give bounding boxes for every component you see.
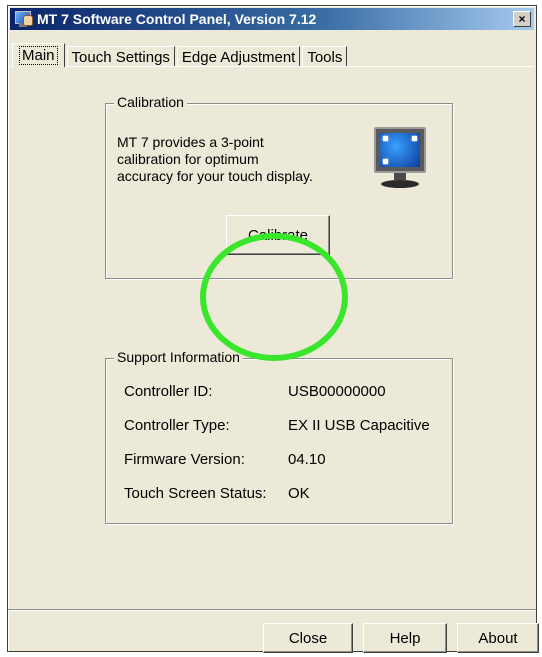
touch-monitor-app-icon (14, 10, 33, 28)
calibrate-button[interactable]: Calibrate (226, 215, 330, 255)
close-button[interactable]: Close (263, 623, 353, 653)
support-information-group: Support Information Controller ID: USB00… (105, 349, 453, 524)
tab-tools-label: Tools (307, 48, 343, 66)
tab-main-label: Main (19, 46, 58, 65)
help-button[interactable]: Help (363, 623, 447, 653)
controller-type-value: EX II USB Capacitive (288, 417, 430, 434)
tab-main[interactable]: Main (12, 43, 65, 67)
tab-edge-adjustment[interactable]: Edge Adjustment (176, 46, 301, 67)
controller-id-label: Controller ID: (124, 383, 213, 400)
controller-id-value: USB00000000 (288, 383, 386, 400)
calibration-legend: Calibration (114, 94, 187, 110)
calibration-group: Calibration MT 7 provides a 3-point cali… (105, 94, 453, 279)
firmware-version-value: 04.10 (288, 451, 326, 468)
calibration-desc-line-3: accuracy for your touch display. (117, 168, 313, 184)
control-panel-window: MT 7 Software Control Panel, Version 7.1… (7, 5, 539, 653)
tab-touch-settings[interactable]: Touch Settings (66, 46, 175, 67)
footer-separator (8, 609, 536, 611)
window-title: MT 7 Software Control Panel, Version 7.1… (37, 11, 317, 27)
tab-strip: Main Touch Settings Edge Adjustment Tool… (12, 43, 349, 67)
about-button[interactable]: About (457, 623, 539, 653)
tab-touch-settings-label: Touch Settings (71, 48, 170, 66)
calibration-desc-line-2: calibration for optimum (117, 151, 259, 167)
tab-tools[interactable]: Tools (302, 46, 348, 67)
touch-screen-status-value: OK (288, 485, 310, 502)
calibration-desc-line-1: MT 7 provides a 3-point (117, 134, 264, 150)
tab-edge-adjustment-label: Edge Adjustment (181, 48, 296, 66)
touch-screen-status-label: Touch Screen Status: (124, 485, 267, 502)
title-bar[interactable]: MT 7 Software Control Panel, Version 7.1… (10, 8, 534, 30)
window-close-button[interactable]: × (513, 11, 531, 27)
monitor-icon (372, 127, 430, 193)
support-information-legend: Support Information (114, 349, 243, 365)
controller-type-label: Controller Type: (124, 417, 230, 434)
firmware-version-label: Firmware Version: (124, 451, 245, 468)
calibration-description: MT 7 provides a 3-point calibration for … (117, 134, 367, 185)
